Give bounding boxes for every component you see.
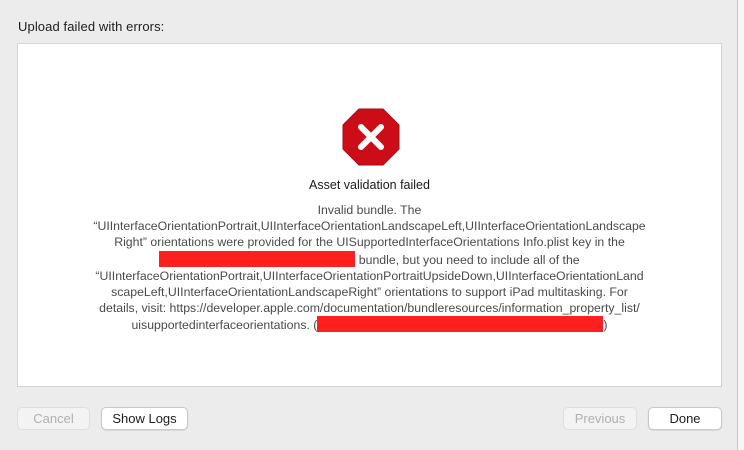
error-line: uisupportedinterfaceorientations. ( [131, 318, 318, 333]
error-message-panel: Asset validation failed Invalid bundle. … [17, 43, 722, 387]
background-window-edge [738, 0, 744, 450]
error-line: “UIInterfaceOrientationPortrait,UIInterf… [95, 268, 644, 283]
error-description: Invalid bundle. The “UIInterfaceOrientat… [58, 202, 681, 334]
error-line: Invalid bundle. The [317, 203, 422, 217]
error-octagon-icon [342, 108, 400, 166]
error-line: details, visit: https://developer.apple.… [99, 301, 640, 316]
previous-button[interactable]: Previous [563, 407, 637, 430]
error-line: ) [603, 318, 608, 333]
cancel-button[interactable]: Cancel [17, 407, 90, 430]
redacted-bundle-name [159, 250, 356, 267]
upload-error-dialog: Upload failed with errors: Asset validat… [0, 0, 738, 450]
error-line: “UIInterfaceOrientationPortrait,UIInterf… [93, 219, 646, 234]
error-line: Right” orientations were provided for th… [114, 235, 625, 250]
redacted-identifier [317, 316, 604, 333]
done-button[interactable]: Done [648, 407, 722, 430]
error-title: Asset validation failed [309, 178, 430, 192]
show-logs-button[interactable]: Show Logs [101, 407, 188, 430]
error-line: bundle, but you need to include all of t… [355, 252, 580, 267]
dialog-header: Upload failed with errors: [18, 19, 165, 34]
error-line: scapeLeft,UIInterfaceOrientationLandscap… [111, 285, 628, 300]
